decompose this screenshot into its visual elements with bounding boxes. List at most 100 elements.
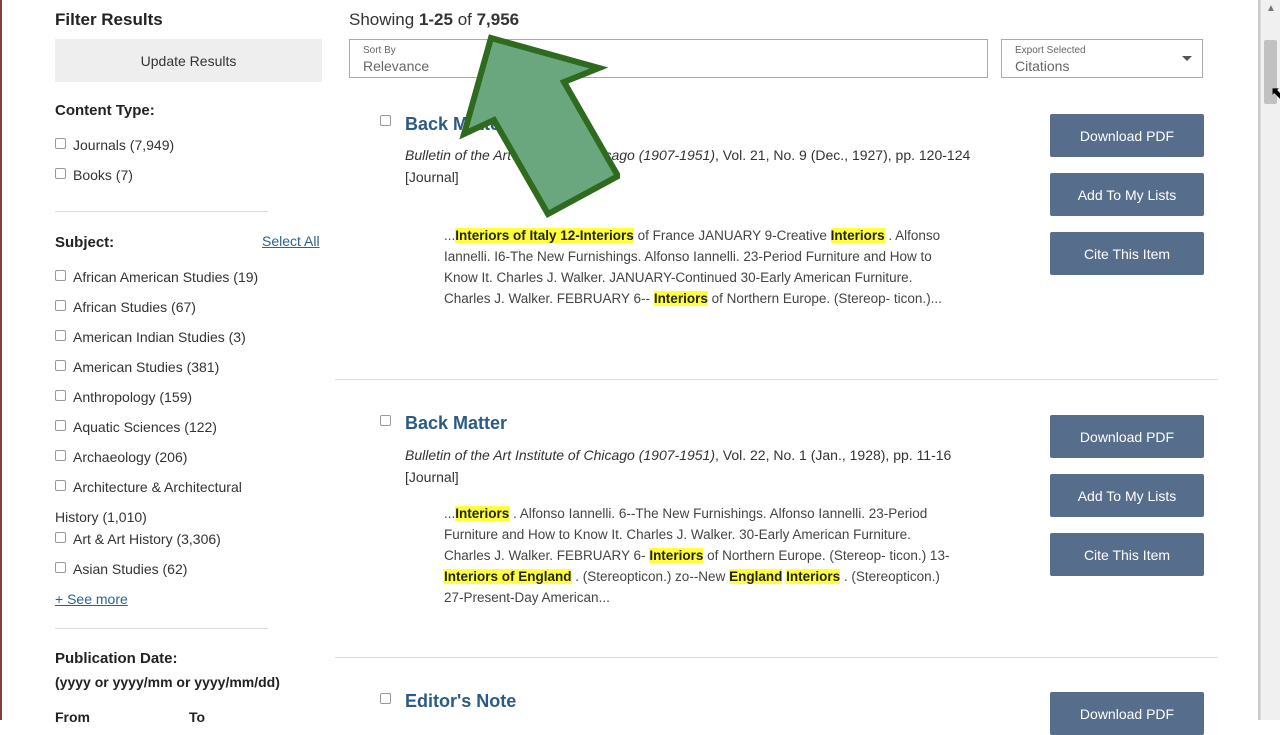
search-term-highlight: Interiors of Italy 12-Interiors <box>455 228 634 243</box>
select-all-link[interactable]: Select All <box>262 233 320 249</box>
result-divider <box>335 379 1218 380</box>
checkbox[interactable] <box>55 360 66 371</box>
checkbox[interactable] <box>55 390 66 401</box>
filter-subject-item[interactable]: American Studies (381) <box>55 359 219 375</box>
divider <box>55 211 268 212</box>
export-selected-select[interactable]: Export Selected Citations <box>1001 39 1203 78</box>
from-label: From <box>55 709 90 725</box>
filter-subject-item[interactable]: Aquatic Sciences (122) <box>55 419 217 435</box>
journal-name: Bulletin of the Art Institute of Chicago… <box>405 447 715 463</box>
snippet-text: of Northern Europe. (Stereop- ticon.)... <box>707 291 942 306</box>
checkbox[interactable] <box>55 480 66 491</box>
filter-subject-item[interactable]: Archaeology (206) <box>55 449 187 465</box>
snippet-text: of Northern Europe. (Stereop- ticon.) 13… <box>703 548 950 563</box>
filter-title: Filter Results <box>55 10 163 29</box>
checkbox[interactable] <box>55 562 66 573</box>
result-checkbox[interactable] <box>380 415 391 426</box>
snippet-text: of France JANUARY 9-Creative <box>633 228 831 243</box>
subject-title: Subject: <box>55 234 115 251</box>
checkbox[interactable] <box>55 300 66 311</box>
add-to-my-lists-button[interactable]: Add To My Lists <box>1050 173 1204 216</box>
filter-label: Journals (7,949) <box>73 137 175 153</box>
result-snippet: ...Interiors of Italy 12-Interiors of Fr… <box>444 225 959 309</box>
checkbox[interactable] <box>55 168 66 179</box>
results-count-prefix: Showing <box>349 10 419 29</box>
see-more-link[interactable]: + See more <box>55 591 128 607</box>
filter-subject-item[interactable]: African American Studies (19) <box>55 269 258 285</box>
search-term-highlight: Interiors <box>455 506 510 521</box>
update-results-button[interactable]: Update Results <box>55 39 322 82</box>
cite-this-item-button[interactable]: Cite This Item <box>1050 232 1204 275</box>
search-term-highlight: Interiors <box>653 291 708 306</box>
filter-subject-item[interactable]: Art & Art History (3,306) <box>55 531 221 547</box>
filter-subject-item[interactable]: American Indian Studies (3) <box>55 329 246 345</box>
publication-date-title: Publication Date: <box>55 650 178 667</box>
snippet-text: ... <box>444 506 456 521</box>
sort-by-label: Sort By <box>363 45 396 56</box>
filter-subject-item[interactable]: Architecture & Architectural <box>55 479 242 495</box>
search-term-highlight: Interiors <box>786 569 841 584</box>
checkbox[interactable] <box>55 138 66 149</box>
checkbox[interactable] <box>55 532 66 543</box>
add-to-my-lists-button[interactable]: Add To My Lists <box>1050 474 1204 517</box>
search-term-highlight: Interiors <box>830 228 885 243</box>
result-title-link[interactable]: Back Matter <box>405 413 507 434</box>
filter-label: African Studies (67) <box>73 299 196 315</box>
checkbox[interactable] <box>55 330 66 341</box>
filter-subject-item[interactable]: African Studies (67) <box>55 299 196 315</box>
filter-label: Architecture & Architectural <box>73 479 242 495</box>
content-type-label: [Journal] <box>405 469 459 485</box>
mouse-cursor-icon: ⬉ <box>1270 83 1280 103</box>
result-title-link[interactable]: Editor's Note <box>405 691 516 712</box>
result-divider <box>335 657 1218 658</box>
chevron-down-icon <box>1182 56 1192 61</box>
download-pdf-button[interactable]: Download PDF <box>1050 692 1204 735</box>
window-frame-left <box>0 0 2 720</box>
snippet-text: . (Stereopticon.) zo--New <box>571 569 730 584</box>
filter-label: Aquatic Sciences (122) <box>73 419 217 435</box>
checkbox[interactable] <box>55 270 66 281</box>
result-checkbox[interactable] <box>380 693 391 704</box>
publication-date-format: (yyyy or yyyy/mm or yyyy/mm/dd) <box>55 674 280 690</box>
results-count-total: 7,956 <box>476 10 520 29</box>
filter-label: Asian Studies (62) <box>73 561 188 577</box>
to-label: To <box>189 709 206 725</box>
filter-books[interactable]: Books (7) <box>55 167 133 183</box>
result-citation: Bulletin of the Art Institute of Chicago… <box>405 444 975 488</box>
filter-label: Archaeology (206) <box>73 449 188 465</box>
result-snippet: ...Interiors . Alfonso Iannelli. 6--The … <box>444 503 959 608</box>
citation-details: , Vol. 21, No. 9 (Dec., 1927), pp. 120-1… <box>715 147 971 163</box>
download-pdf-button[interactable]: Download PDF <box>1050 415 1204 458</box>
citation-details: , Vol. 22, No. 1 (Jan., 1928), pp. 11-16 <box>715 447 952 463</box>
filter-subject-item[interactable]: Asian Studies (62) <box>55 561 187 577</box>
content-type-label: [Journal] <box>405 169 459 185</box>
result-checkbox[interactable] <box>380 115 391 126</box>
export-label: Export Selected <box>1015 45 1086 56</box>
search-term-highlight: England <box>729 569 783 584</box>
checkbox[interactable] <box>55 450 66 461</box>
results-count-of: of <box>452 10 477 29</box>
export-value: Citations <box>1015 58 1070 74</box>
filter-subject-item[interactable]: Anthropology (159) <box>55 389 192 405</box>
journal-name: Bulletin of the Art Institute of Chicago… <box>405 147 715 163</box>
filter-label-continued: History (1,010) <box>55 509 147 525</box>
filter-label: African American Studies (19) <box>73 269 259 285</box>
vertical-scrollbar[interactable]: ▲ <box>1260 0 1280 720</box>
result-title-link[interactable]: Back Matter <box>405 114 507 135</box>
search-term-highlight: Interiors <box>649 548 704 563</box>
download-pdf-button[interactable]: Download PDF <box>1050 114 1204 157</box>
filter-journals[interactable]: Journals (7,949) <box>55 137 174 153</box>
sort-by-select[interactable]: Sort By Relevance <box>349 39 988 78</box>
filter-label: American Indian Studies (3) <box>73 329 246 345</box>
filter-label: Art & Art History (3,306) <box>73 531 221 547</box>
cite-this-item-button[interactable]: Cite This Item <box>1050 533 1204 576</box>
search-term-highlight: Interiors of England <box>444 569 572 584</box>
content-type-title: Content Type: <box>55 102 155 119</box>
checkbox[interactable] <box>55 420 66 431</box>
results-count-range: 1-25 <box>418 10 453 29</box>
result-citation: Bulletin of the Art Institute of Chicago… <box>405 144 975 188</box>
results-count: Showing 1-25 of 7,956 <box>349 10 519 30</box>
sort-by-value: Relevance <box>363 58 430 74</box>
scroll-up-arrow-icon[interactable]: ▲ <box>1261 0 1280 17</box>
filter-label: Books (7) <box>73 167 133 183</box>
